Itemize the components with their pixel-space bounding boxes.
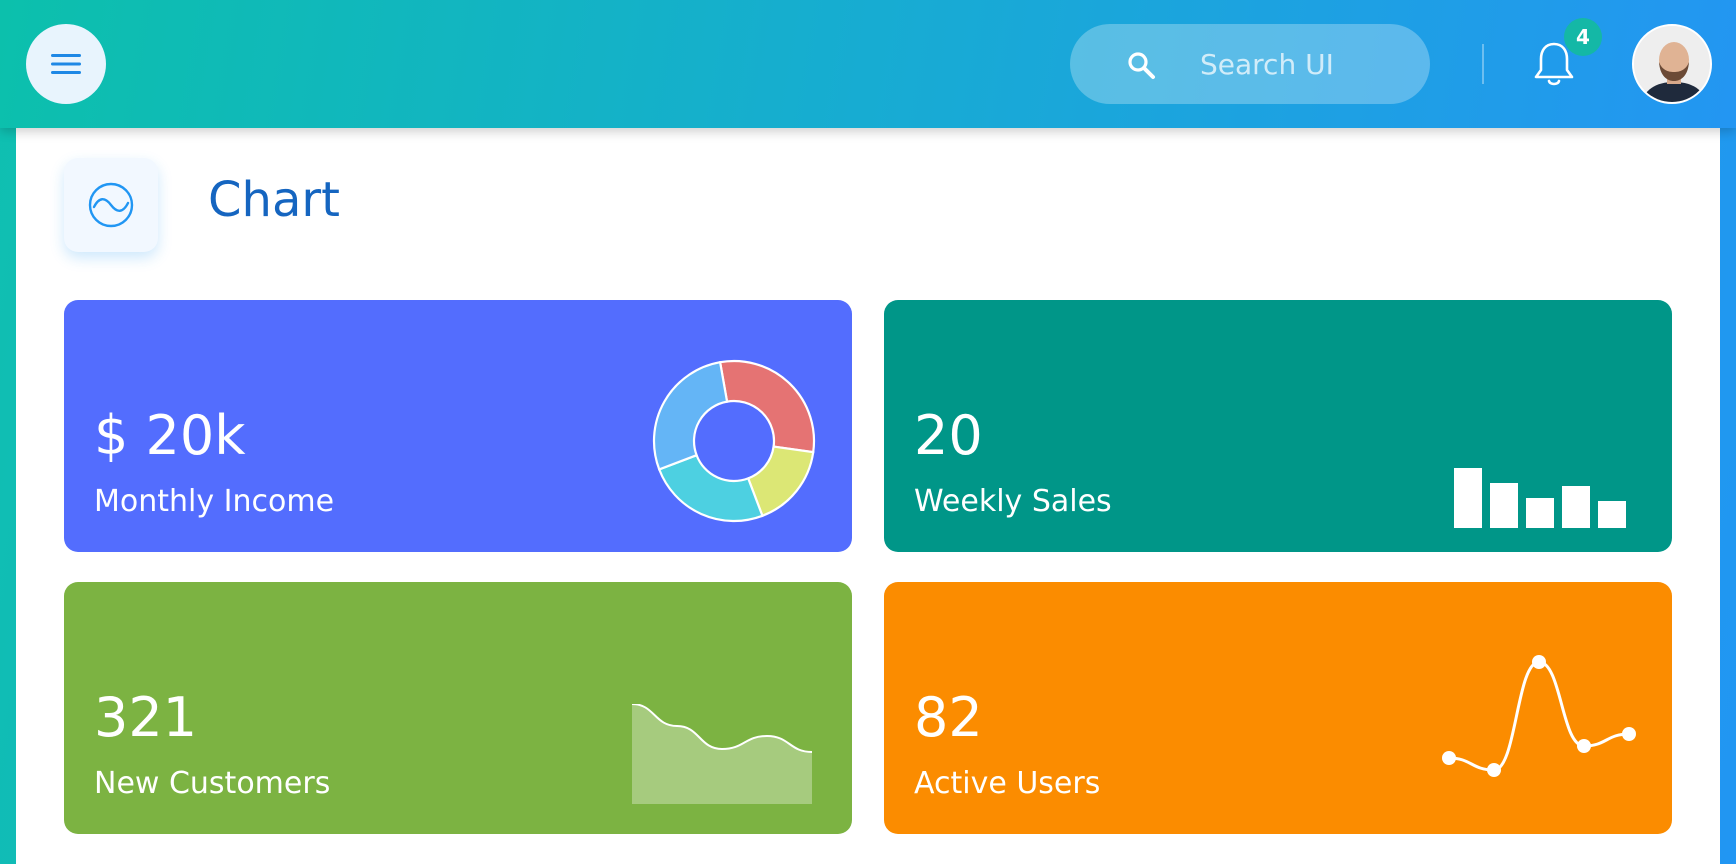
users-line — [1448, 660, 1630, 772]
customers-area-chart — [632, 704, 812, 804]
user-avatar[interactable] — [1632, 24, 1712, 104]
card-value: 82 — [914, 686, 983, 749]
sales-bar-3 — [1562, 486, 1590, 528]
users-point-2 — [1532, 655, 1546, 669]
users-point-1 — [1487, 763, 1501, 777]
weekly-sales-card[interactable]: 20 Weekly Sales — [884, 300, 1672, 552]
sales-bar-chart — [1454, 468, 1626, 528]
donut-slice-3 — [652, 360, 729, 471]
card-label: Weekly Sales — [914, 484, 1112, 519]
search-icon — [1128, 52, 1155, 79]
card-value: $ 20k — [94, 404, 246, 467]
income-donut-chart — [652, 359, 816, 523]
sales-bar-2 — [1526, 498, 1554, 528]
card-label: Active Users — [914, 766, 1101, 801]
sales-bar-0 — [1454, 468, 1482, 528]
users-point-0 — [1442, 751, 1456, 765]
card-label: New Customers — [94, 766, 331, 801]
monthly-income-card[interactable]: $ 20k Monthly Income — [64, 300, 852, 552]
donut-slice-2 — [657, 453, 764, 523]
card-value: 321 — [94, 686, 198, 749]
top-app-bar: 4 — [0, 0, 1736, 128]
user-photo — [1634, 26, 1710, 102]
search-input[interactable] — [1200, 42, 1410, 86]
users-point-3 — [1577, 739, 1591, 753]
chart-wave-icon — [64, 158, 158, 252]
toolbar-divider — [1482, 44, 1484, 84]
main-content: Chart $ 20k Monthly Income 20 Weekly Sal… — [16, 128, 1720, 864]
page-title: Chart — [208, 172, 340, 228]
new-customers-card[interactable]: 321 New Customers — [64, 582, 852, 834]
search-box — [1070, 24, 1430, 104]
users-point-4 — [1622, 727, 1636, 741]
sales-bar-1 — [1490, 483, 1518, 528]
users-line-chart — [1442, 655, 1636, 777]
menu-button[interactable] — [26, 24, 106, 104]
active-users-card[interactable]: 82 Active Users — [884, 582, 1672, 834]
card-label: Monthly Income — [94, 484, 335, 519]
card-value: 20 — [914, 404, 983, 467]
donut-slice-0 — [718, 359, 816, 454]
hamburger-icon — [51, 54, 81, 74]
notification-badge: 4 — [1564, 18, 1602, 56]
sales-bar-4 — [1598, 501, 1626, 528]
